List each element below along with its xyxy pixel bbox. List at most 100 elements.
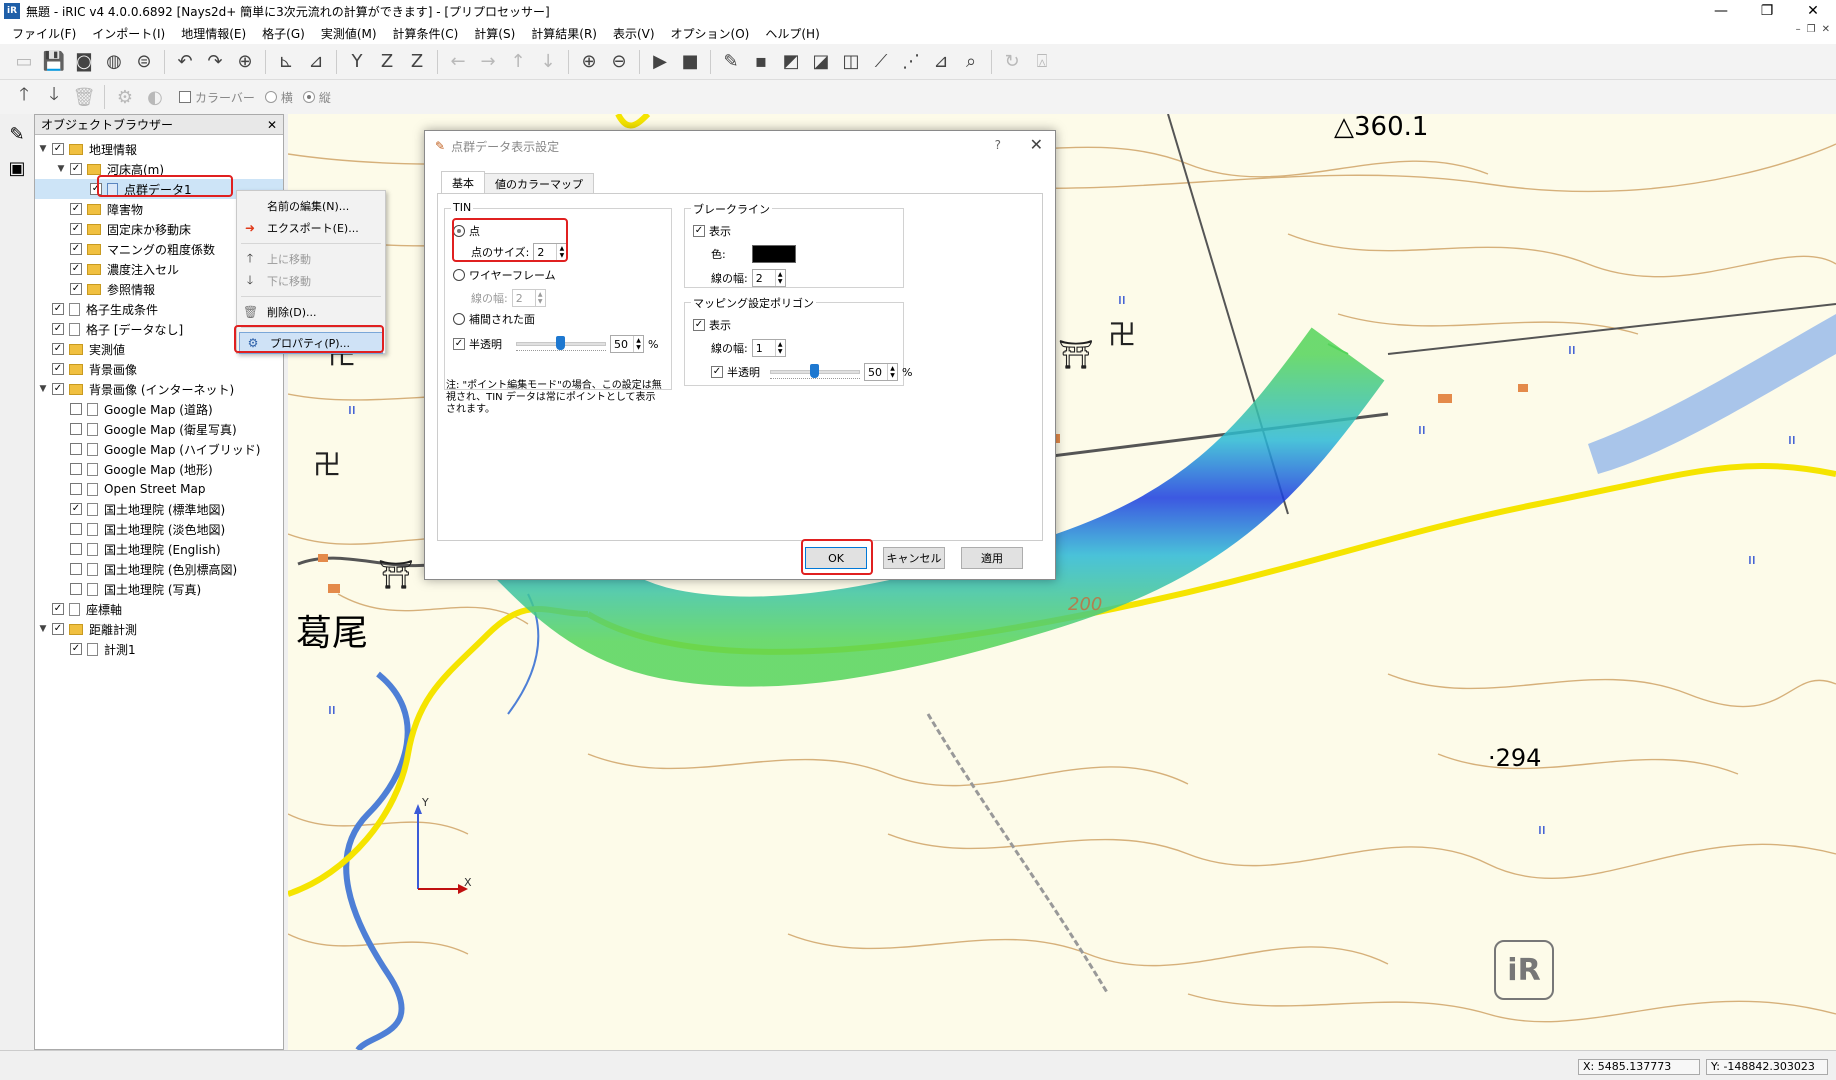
menu-import[interactable]: インポート(I) (84, 25, 173, 42)
horizontal-option[interactable]: 横 (264, 89, 293, 106)
wireframe-option[interactable]: ワイヤーフレーム (453, 267, 556, 283)
tree-item-gmap-hybrid[interactable]: Google Map (ハイブリッド) (35, 439, 283, 459)
help-button[interactable]: ? (995, 138, 1001, 152)
chart-icon[interactable]: ⊿ (927, 48, 955, 76)
post-2d-bird-icon[interactable]: ◪ (807, 48, 835, 76)
tree-item-measure1[interactable]: ✓ 計測1 (35, 639, 283, 659)
view-zy-icon[interactable]: Z (373, 48, 401, 76)
graph-icon[interactable]: ⟋ (867, 48, 895, 76)
trash-icon[interactable]: 🗑 (70, 83, 98, 111)
tree-checkbox[interactable] (70, 583, 82, 595)
tree-checkbox[interactable]: ✓ (70, 643, 82, 655)
tree-checkbox[interactable]: ✓ (70, 163, 82, 175)
menu-geo-data[interactable]: 地理情報(E) (173, 25, 254, 42)
save-icon[interactable]: 💾 (40, 48, 68, 76)
vertical-option[interactable]: 縦 (302, 89, 331, 106)
menu-grid[interactable]: 格子(G) (254, 25, 313, 42)
wireframe-width-spinbox[interactable]: 2 ▲ ▼ (511, 289, 546, 307)
scatter-icon[interactable]: ⋰ (897, 48, 925, 76)
tree-checkbox[interactable]: ✓ (52, 363, 64, 375)
menu-result[interactable]: 計算結果(R) (523, 25, 605, 42)
breakline-color-swatch[interactable] (751, 245, 796, 263)
edit-pencil-icon[interactable]: ✎ (717, 48, 745, 76)
tree-checkbox[interactable]: ✓ (70, 503, 82, 515)
view-zx-icon[interactable]: Z (403, 48, 431, 76)
view-xy-icon[interactable]: ⊾ (272, 48, 300, 76)
tin-opacity-spinbox[interactable]: 50 ▲ ▼ (610, 335, 644, 353)
spin-arrows-icon[interactable]: ▲ ▼ (774, 340, 785, 356)
wireframe-radio[interactable] (453, 269, 465, 281)
redo-icon[interactable]: ↷ (201, 48, 229, 76)
tree-checkbox[interactable]: ✓ (52, 343, 64, 355)
menu-view[interactable]: 表示(V) (605, 25, 663, 42)
properties-gear-icon[interactable]: ⚙ (111, 83, 139, 111)
menu-help[interactable]: ヘルプ(H) (757, 25, 827, 42)
mapping-polygon-translucent-checkbox[interactable]: ✓ (711, 366, 723, 378)
tree-checkbox[interactable] (70, 403, 82, 415)
tree-item-gsi-photo[interactable]: 国土地理院 (写真) (35, 579, 283, 599)
menu-move-down[interactable]: 🡓 下に移動 (237, 270, 385, 292)
menu-calc-condition[interactable]: 計算条件(C) (385, 25, 467, 42)
menu-rename[interactable]: 名前の編集(N)... (237, 195, 385, 217)
tree-checkbox[interactable] (70, 543, 82, 555)
interpolated-radio[interactable] (453, 313, 465, 325)
spin-arrows-icon[interactable]: ▲ ▼ (774, 270, 785, 286)
expand-icon[interactable]: ▼ (37, 384, 49, 394)
tree-checkbox[interactable] (70, 483, 82, 495)
tree-item-distance[interactable]: ▼ ✓ 距離計測 (35, 619, 283, 639)
stop-icon[interactable]: ■ (676, 48, 704, 76)
tree-checkbox[interactable]: ✓ (52, 303, 64, 315)
pan-down-icon[interactable]: ↓ (534, 48, 562, 76)
mdi-restore-icon[interactable]: ❐ (1807, 24, 1816, 35)
minimize-button[interactable]: — (1698, 0, 1744, 22)
spin-arrows-icon[interactable]: ▲ ▼ (887, 364, 897, 380)
edit-pencil-tool-icon[interactable]: ✎ (3, 120, 31, 148)
mdi-minimize-icon[interactable]: – (1796, 24, 1801, 35)
pan-left-icon[interactable]: ← (444, 48, 472, 76)
tin-translucent-checkbox[interactable]: ✓ (453, 338, 465, 350)
tree-item-axes[interactable]: ✓ 座標軸 (35, 599, 283, 619)
tree-item-osm[interactable]: Open Street Map (35, 479, 283, 499)
vertical-radio[interactable] (302, 91, 315, 103)
object-browser-close-icon[interactable]: ✕ (267, 118, 277, 132)
mapping-polygon-show-row[interactable]: ✓ 表示 (693, 317, 731, 333)
refresh-icon[interactable]: ↻ (998, 48, 1026, 76)
horizontal-radio[interactable] (264, 91, 277, 103)
tree-checkbox[interactable]: ✓ (52, 603, 64, 615)
zoom-out-icon[interactable]: ⊖ (605, 48, 633, 76)
tin-opacity-slider[interactable] (516, 335, 606, 353)
tree-item-gmap-satellite[interactable]: Google Map (衛星写真) (35, 419, 283, 439)
pan-up-icon[interactable]: ↑ (504, 48, 532, 76)
spin-arrows-icon[interactable]: ▲ ▼ (534, 290, 545, 306)
spin-arrows-icon[interactable]: ▲ ▼ (633, 336, 643, 352)
import-image-tool-icon[interactable]: ▣ (3, 154, 31, 182)
tree-checkbox[interactable]: ✓ (70, 203, 82, 215)
mapping-polygon-opacity-spinbox[interactable]: 50 ▲ ▼ (864, 363, 898, 381)
tree-checkbox[interactable]: ✓ (70, 263, 82, 275)
post-3d-icon[interactable]: ◫ (837, 48, 865, 76)
tree-item-background[interactable]: ✓ 背景画像 (35, 359, 283, 379)
expand-icon[interactable]: ▼ (37, 144, 49, 154)
colorbar-checkbox[interactable] (179, 91, 191, 103)
background-icon[interactable]: ⊜ (130, 48, 158, 76)
view-xy2-icon[interactable]: ⊿ (302, 48, 330, 76)
menu-option[interactable]: オプション(O) (663, 25, 758, 42)
tree-checkbox[interactable] (70, 423, 82, 435)
tree-item-geo-data[interactable]: ▼ ✓ 地理情報 (35, 139, 283, 159)
tree-item-background-internet[interactable]: ▼ ✓ 背景画像 (インターネット) (35, 379, 283, 399)
tab-basic[interactable]: 基本 (441, 171, 485, 193)
close-window-button[interactable]: ✕ (1790, 0, 1836, 22)
expand-icon[interactable]: ▼ (55, 164, 67, 174)
mapping-polygon-width-spinbox[interactable]: 1 ▲ ▼ (751, 339, 786, 357)
interpolated-option[interactable]: 補間された面 (453, 311, 535, 327)
cancel-button[interactable]: キャンセル (883, 547, 945, 569)
breakline-width-spinbox[interactable]: 2 ▲ ▼ (751, 269, 786, 287)
tree-item-gmap-terrain[interactable]: Google Map (地形) (35, 459, 283, 479)
post-2d-icon[interactable]: ◩ (777, 48, 805, 76)
menu-measured[interactable]: 実測値(M) (313, 25, 385, 42)
tree-item-gmap-road[interactable]: Google Map (道路) (35, 399, 283, 419)
tree-checkbox[interactable]: ✓ (52, 143, 64, 155)
dialog-close-button[interactable]: ✕ (1030, 135, 1043, 154)
breakline-show-checkbox[interactable]: ✓ (693, 225, 705, 237)
colorbar-toggle[interactable]: カラーバー (179, 89, 255, 106)
